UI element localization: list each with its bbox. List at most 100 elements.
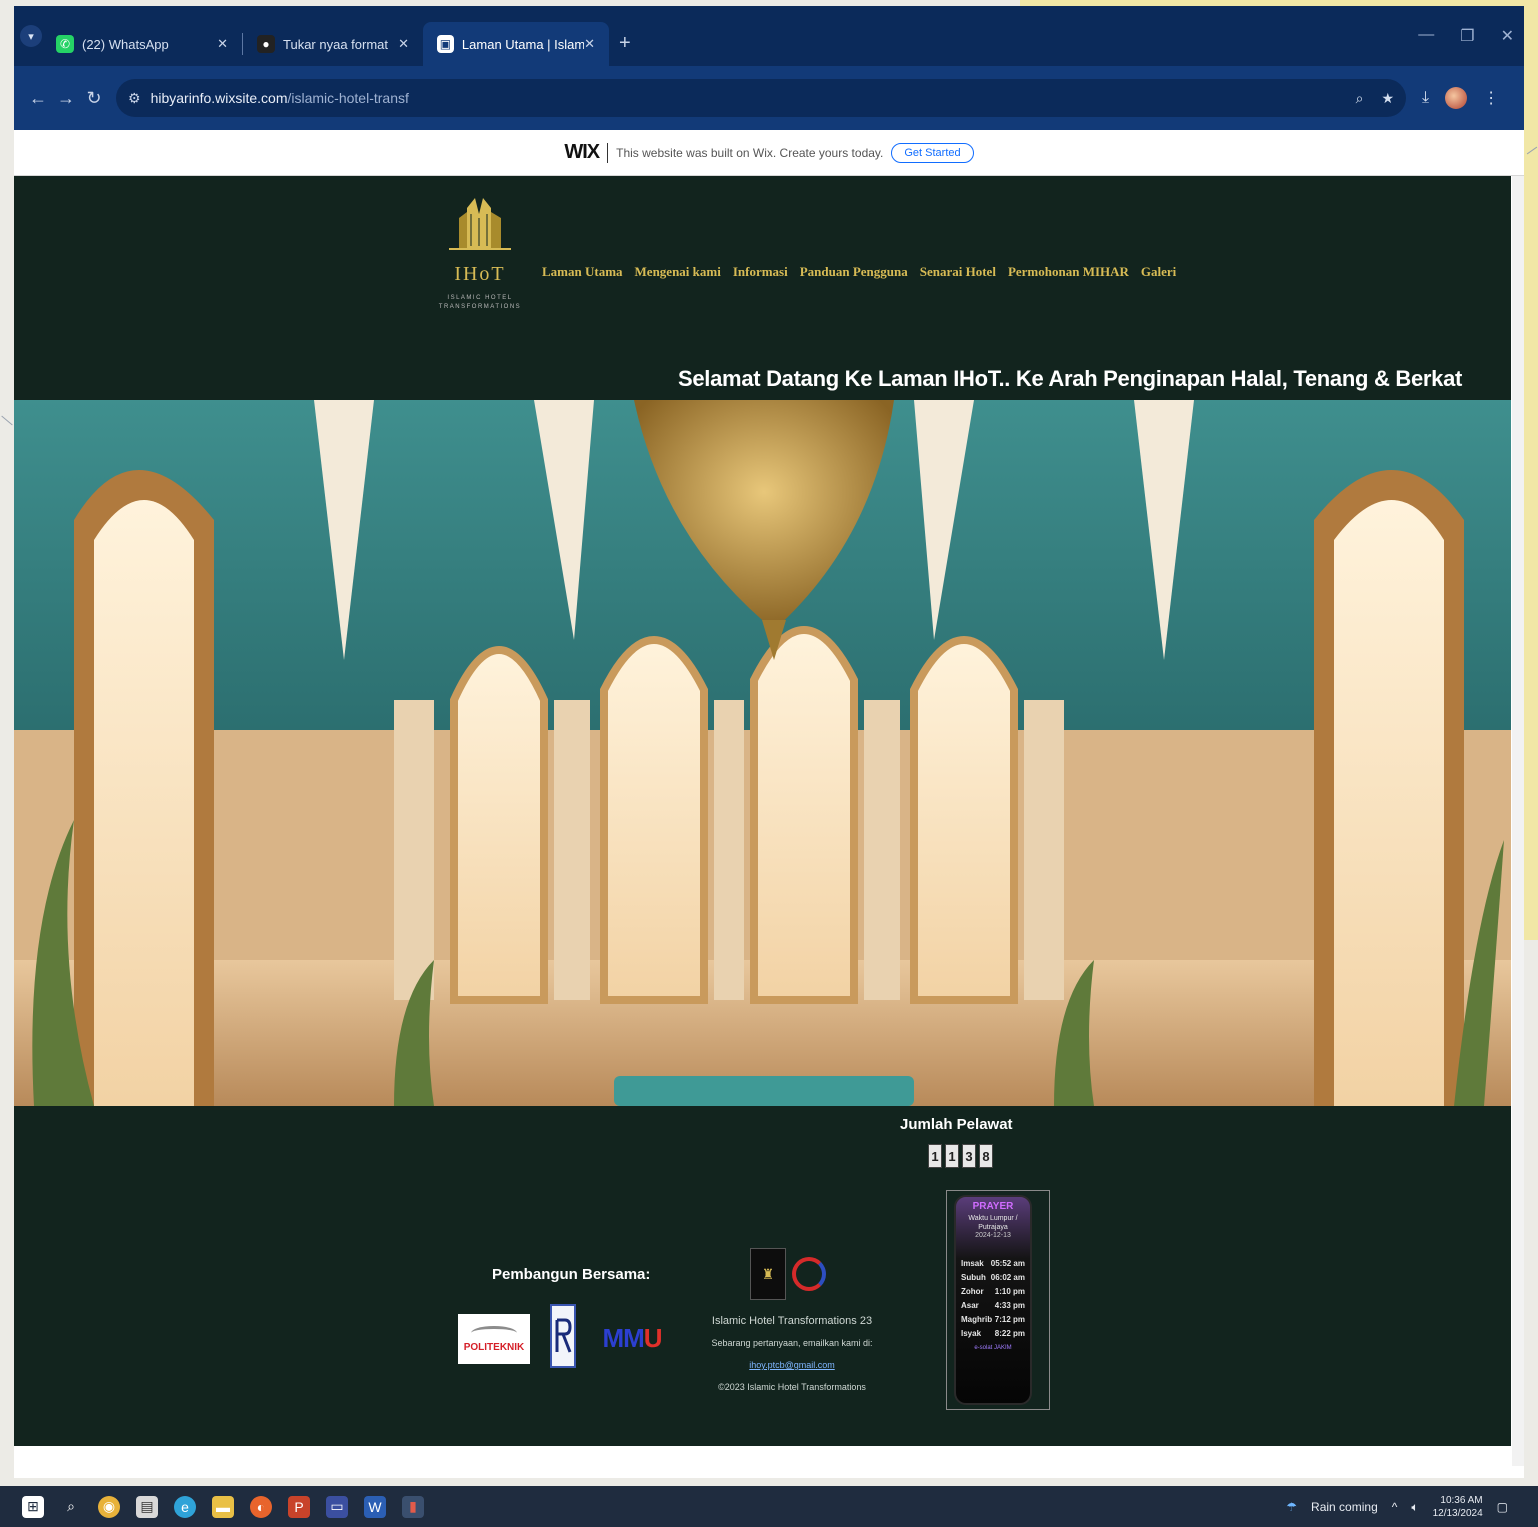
prayer-name: Zohor <box>961 1287 984 1296</box>
get-started-button[interactable]: Get Started <box>891 142 974 163</box>
prayer-time: 06:02 am <box>990 1273 1025 1282</box>
prayer-name: Isyak <box>961 1329 982 1338</box>
counter-digit: 1 <box>945 1144 959 1168</box>
profile-avatar[interactable] <box>1445 87 1468 109</box>
tab-label: (22) WhatsApp <box>82 36 169 52</box>
forward-icon[interactable]: → <box>52 88 80 109</box>
maximize-icon[interactable]: ❐ <box>1460 26 1474 46</box>
prayer-row: Imsak 05:52 am <box>961 1257 1025 1271</box>
prayer-times-widget: PRAYER Waktu Lumpur / Putrajaya 2024-12-… <box>946 1190 1050 1410</box>
system-tray: ☂ Rain coming ^ 🔈︎ 10:36 AM 12/13/2024 ▢ <box>1286 1494 1508 1520</box>
toolbar-right: ⤓ ⋮ <box>1422 87 1499 109</box>
download-icon[interactable]: ⤓ <box>1422 89 1429 107</box>
company-email-link[interactable]: ihoy.ptcb@gmail.com <box>749 1360 835 1370</box>
powerpoint-icon[interactable]: P <box>288 1495 310 1518</box>
prayer-row: Subuh 06:02 am <box>961 1271 1025 1285</box>
wallpaper-line <box>1 415 13 426</box>
tab-laman-utama[interactable]: ▣ Laman Utama | Islamic Hotel Tr ✕ <box>423 22 609 66</box>
close-icon[interactable]: ✕ <box>584 36 595 52</box>
tab-whatsapp[interactable]: ✆ (22) WhatsApp ✕ <box>42 22 242 66</box>
copyright: ©2023 Islamic Hotel Transformations <box>718 1382 866 1392</box>
crest-icon <box>555 1318 572 1353</box>
logo-subtitle-line: TRANSFORMATIONS <box>438 304 522 310</box>
islamic-interior-illustration <box>14 400 1511 1106</box>
nav-panduan-pengguna[interactable]: Panduan Pengguna <box>800 264 908 280</box>
mmu-text: MM <box>602 1322 644 1353</box>
nav-permohonan-mihar[interactable]: Permohonan MIHAR <box>1008 264 1129 280</box>
prayer-time: 8:22 pm <box>994 1329 1025 1338</box>
hero-image <box>14 400 1511 1106</box>
prayer-location: Waktu Lumpur / Putrajaya <box>968 1215 1018 1231</box>
browser-window: ▾ ✆ (22) WhatsApp ✕ ● Tukar nyaa format … <box>14 6 1524 1478</box>
new-tab-button[interactable]: + <box>619 32 631 55</box>
clock-time: 10:36 AM <box>1440 1495 1483 1506</box>
tab-label: Laman Utama | Islamic Hotel Tr <box>461 36 585 52</box>
close-icon[interactable]: ✕ <box>217 36 228 52</box>
company-info: Islamic Hotel Transformations 23 Sebaran… <box>686 1310 898 1398</box>
prayer-time: 1:10 pm <box>994 1287 1025 1296</box>
counter-digit: 8 <box>979 1144 993 1168</box>
divider <box>607 142 609 163</box>
close-window-icon[interactable]: ✕ <box>1501 26 1514 46</box>
minimize-icon[interactable]: — <box>1418 26 1434 46</box>
prayer-name: Subuh <box>961 1273 986 1282</box>
whatsapp-icon: ✆ <box>56 35 74 53</box>
folder-icon[interactable]: ▬ <box>212 1495 234 1518</box>
politeknik-logo[interactable]: POLITEKNIK <box>458 1314 530 1364</box>
ihot-logo[interactable]: IHoT ISLAMIC HOTEL TRANSFORMATIONS <box>434 194 526 324</box>
window-controls: — ❐ ✕ <box>1418 26 1514 46</box>
page-scrollbar[interactable] <box>1512 176 1524 1466</box>
prayer-row: Zohor 1:10 pm <box>961 1285 1025 1299</box>
prayer-row: Asar 4:33 pm <box>961 1299 1025 1313</box>
building-logo-icon <box>449 198 511 250</box>
mmu-text-accent: U <box>643 1322 663 1353</box>
prayer-row: Maghrib 7:12 pm <box>961 1313 1025 1327</box>
weather-icon[interactable]: ☂ <box>1286 1500 1297 1514</box>
weather-text[interactable]: Rain coming <box>1311 1500 1378 1514</box>
back-icon[interactable]: ← <box>24 88 52 109</box>
windows-start-icon[interactable]: ⊞ <box>22 1495 44 1518</box>
prayer-row: Isyak 8:22 pm <box>961 1327 1025 1341</box>
clock[interactable]: 10:36 AM 12/13/2024 <box>1433 1494 1483 1520</box>
active-app-icon[interactable]: ▮ <box>402 1495 424 1518</box>
site-page: IHoT ISLAMIC HOTEL TRANSFORMATIONS Laman… <box>14 176 1511 1478</box>
prayer-name: Maghrib <box>961 1315 993 1324</box>
site-info-icon[interactable]: ⚙ <box>128 90 141 107</box>
tab-format[interactable]: ● Tukar nyaa format ✕ <box>243 22 423 66</box>
search-icon[interactable]: ⌕ <box>60 1496 82 1518</box>
edge-icon[interactable]: e <box>174 1495 196 1518</box>
developers-label: Pembangun Bersama: <box>492 1266 651 1283</box>
site-navigation: Laman Utama Mengenai kami Informasi Pand… <box>542 264 1176 280</box>
word-icon[interactable]: W <box>364 1495 386 1518</box>
address-bar-actions: ⌕ ★ <box>1356 90 1394 107</box>
nav-informasi[interactable]: Informasi <box>733 264 788 280</box>
politeknik-text: POLITEKNIK <box>463 1341 525 1353</box>
nav-senarai-hotel[interactable]: Senarai Hotel <box>920 264 996 280</box>
chrome-icon[interactable]: ◉ <box>98 1495 120 1518</box>
zoom-icon[interactable]: ⌕ <box>1356 90 1364 107</box>
reload-icon[interactable]: ↻ <box>80 88 108 109</box>
nav-mengenai-kami[interactable]: Mengenai kami <box>635 264 721 280</box>
wix-logo[interactable]: WIX <box>564 141 600 164</box>
nav-galeri[interactable]: Galeri <box>1141 264 1176 280</box>
file-icon[interactable]: ▤ <box>136 1495 158 1518</box>
nav-laman-utama[interactable]: Laman Utama <box>542 264 623 280</box>
url-path: /islamic-hotel-transf <box>287 90 409 106</box>
tray-chevron-icon[interactable]: ^ <box>1392 1500 1398 1514</box>
address-bar[interactable]: ⚙ hibyarinfo.wixsite.com /islamic-hotel-… <box>116 79 1406 117</box>
prayer-phone: PRAYER Waktu Lumpur / Putrajaya 2024-12-… <box>954 1195 1032 1405</box>
notification-icon[interactable]: ▢ <box>1497 1500 1508 1514</box>
prayer-time: 4:33 pm <box>994 1301 1025 1310</box>
tab-search-icon[interactable]: ▾ <box>20 25 42 47</box>
app-icon[interactable]: ▭ <box>326 1495 348 1518</box>
mmu-logo[interactable]: MM U <box>594 1318 670 1358</box>
prayer-name: Asar <box>961 1301 979 1310</box>
firefox-icon[interactable]: ◐ <box>250 1495 272 1518</box>
close-icon[interactable]: ✕ <box>398 36 409 52</box>
speaker-icon[interactable]: 🔈︎ <box>1411 1500 1418 1515</box>
counter-digit: 1 <box>928 1144 942 1168</box>
menu-kebab-icon[interactable]: ⋮ <box>1483 88 1499 108</box>
prayer-date: 2024-12-13 <box>975 1232 1011 1239</box>
bookmark-star-icon[interactable]: ★ <box>1381 90 1394 107</box>
r-crest-logo[interactable] <box>550 1304 576 1368</box>
